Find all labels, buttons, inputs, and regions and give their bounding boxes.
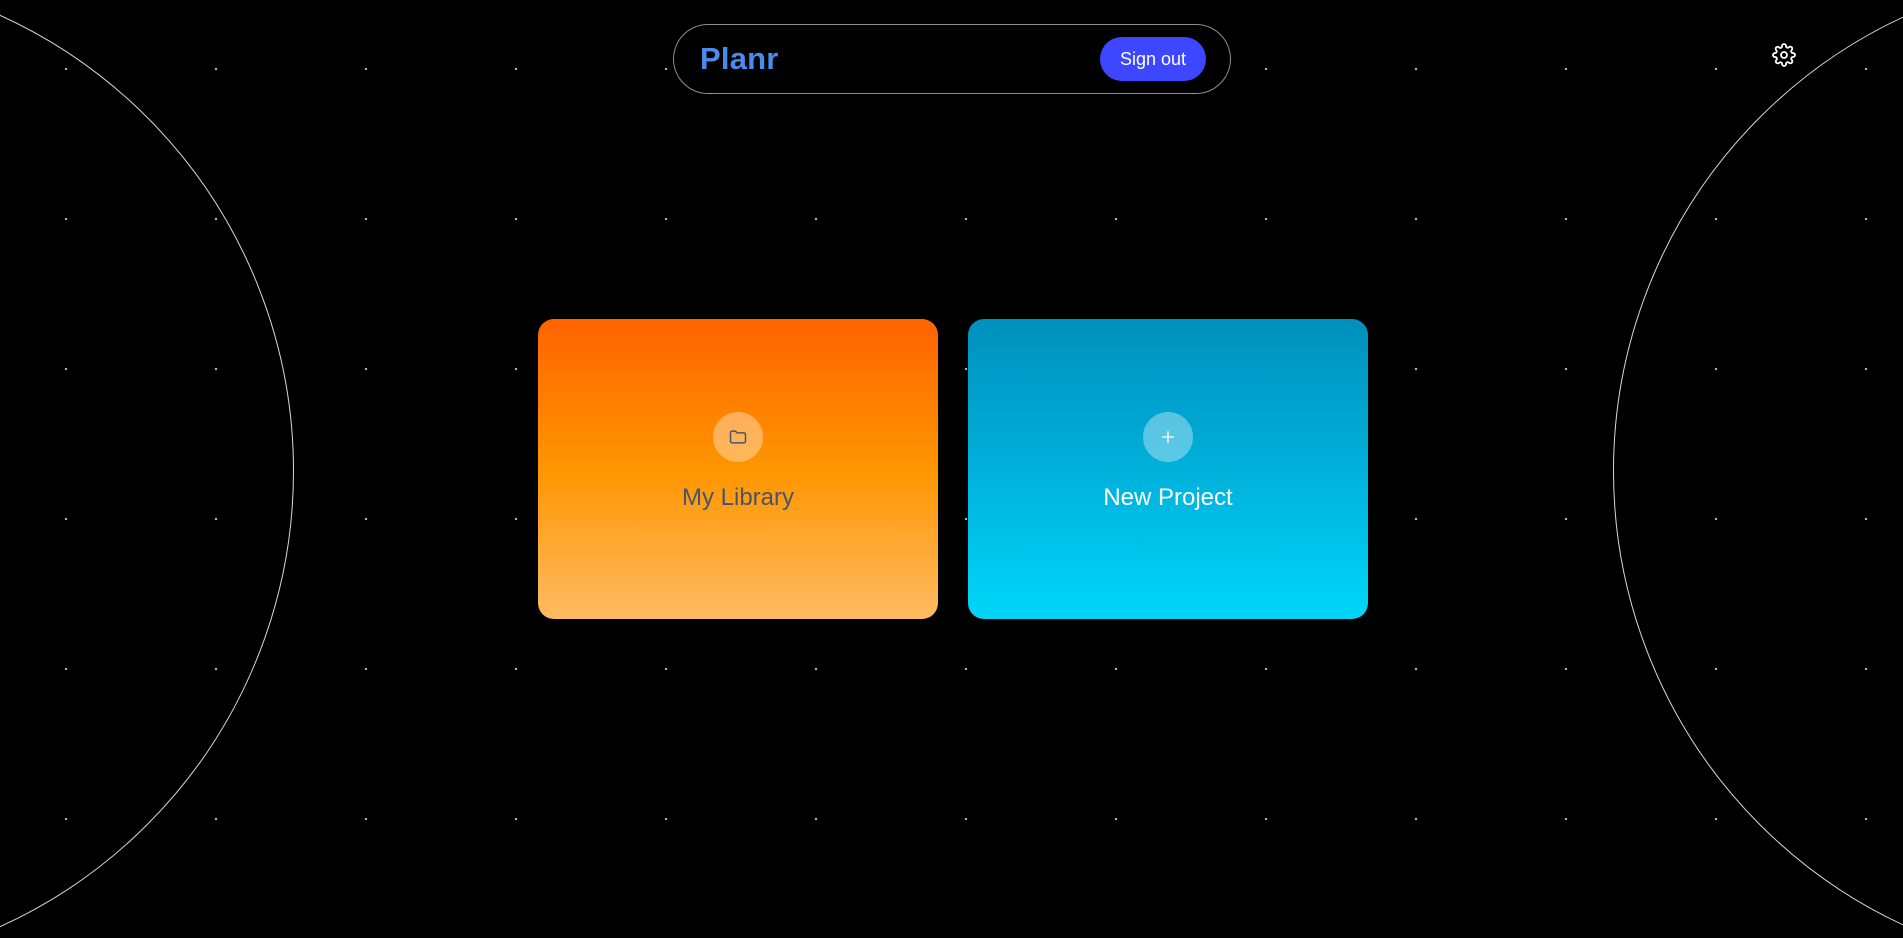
my-library-card[interactable]: My Library [538,319,938,619]
brand-logo[interactable]: Planr [700,41,779,77]
my-library-label: My Library [681,484,795,511]
page-background: Planr Sign out My Library New Project [0,0,1903,938]
folder-icon [729,430,747,444]
plus-icon [1162,431,1174,443]
plus-icon-badge [1143,412,1193,462]
decorative-arc-right [1613,0,1903,938]
settings-button[interactable] [1771,42,1797,68]
new-project-card[interactable]: New Project [968,319,1368,619]
new-project-label: New Project [1103,484,1233,511]
decorative-arc-left [0,0,294,938]
gear-icon [1772,43,1796,67]
folder-icon-badge [713,412,763,462]
top-navigation-bar: Planr Sign out [673,24,1231,94]
sign-out-button[interactable]: Sign out [1099,37,1206,81]
